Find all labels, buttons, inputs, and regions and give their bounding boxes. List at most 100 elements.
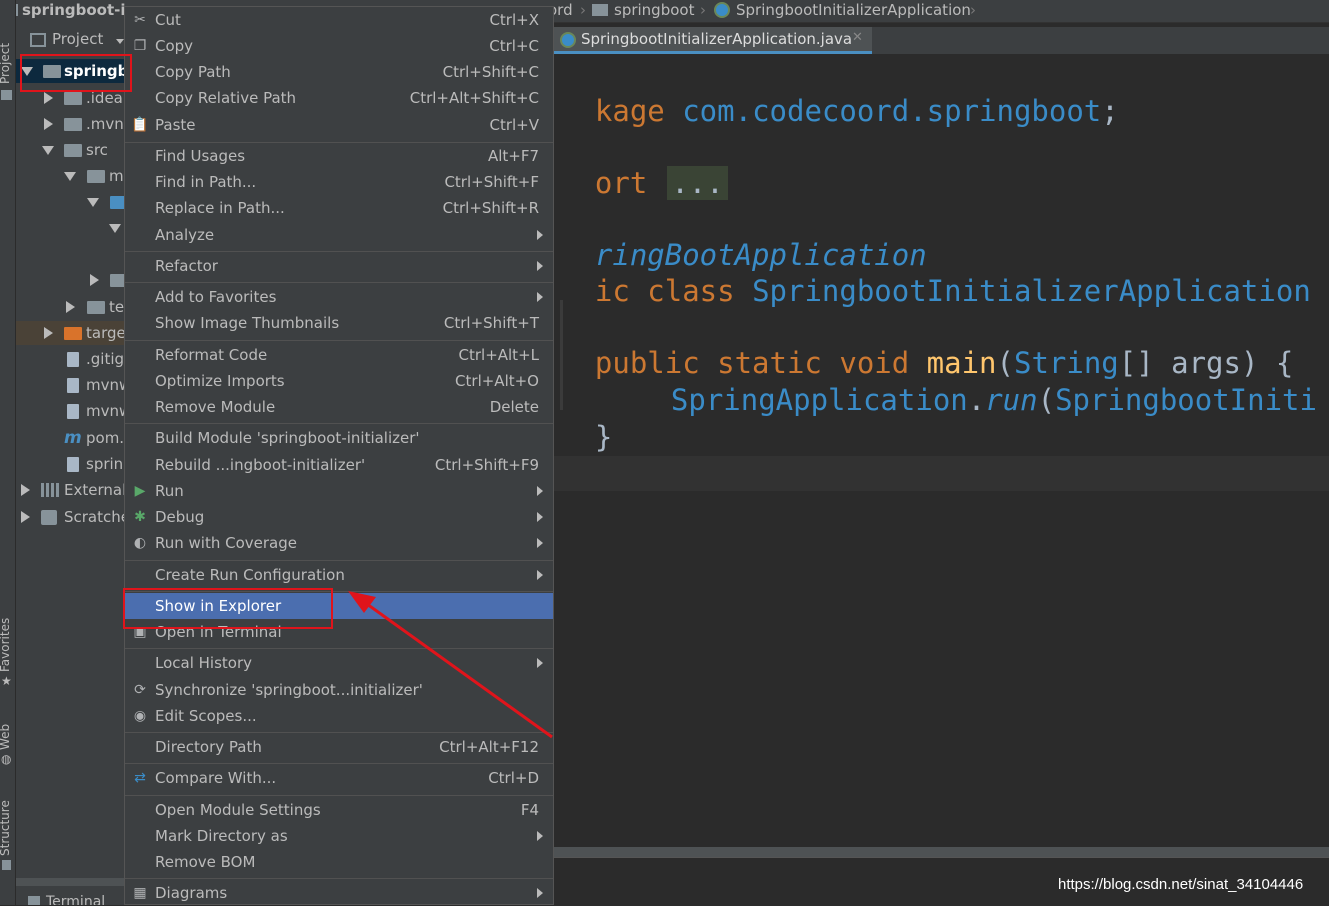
tree-item-mvnw-cmd[interactable]: mvnw xyxy=(16,399,131,423)
menu-item-reformat-code[interactable]: Reformat Code Ctrl+Alt+L xyxy=(125,342,553,368)
tree-item-mvnw[interactable]: mvnw xyxy=(16,373,131,397)
menu-separator xyxy=(125,282,553,283)
library-icon xyxy=(41,483,59,497)
menu-item-compare-with[interactable]: ⇄ Compare With... Ctrl+D xyxy=(125,765,553,791)
menu-item-label: Find Usages xyxy=(155,147,246,165)
copy-icon: ❐ xyxy=(133,38,147,54)
project-view-icon xyxy=(30,33,46,47)
paren: ( xyxy=(1037,383,1056,417)
coverage-icon: ◐ xyxy=(133,535,147,551)
tree-item-scratches[interactable]: Scratche xyxy=(16,505,130,529)
menu-item-remove-bom[interactable]: Remove BOM xyxy=(125,849,553,875)
menu-item-show-image-thumbnails[interactable]: Show Image Thumbnails Ctrl+Shift+T xyxy=(125,310,553,336)
menu-item-analyze[interactable]: Analyze xyxy=(125,222,553,248)
menu-item-run[interactable]: ▶ Run xyxy=(125,478,553,504)
menu-item-copy-relative-path[interactable]: Copy Relative Path Ctrl+Alt+Shift+C xyxy=(125,85,553,111)
breadcrumb-project[interactable]: springboot-in xyxy=(22,1,136,19)
menu-item-paste[interactable]: 📋 Paste Ctrl+V xyxy=(125,112,553,138)
editor-horizontal-scrollbar[interactable] xyxy=(554,847,1329,857)
keyword: ort xyxy=(594,166,648,200)
breadcrumb-package[interactable]: springboot xyxy=(614,1,694,19)
menu-item-run-with-coverage[interactable]: ◐ Run with Coverage xyxy=(125,530,553,556)
expanded-arrow-icon xyxy=(64,172,76,181)
menu-item-label: Directory Path xyxy=(155,738,262,756)
terminal-tool-tab[interactable]: Terminal xyxy=(28,894,124,905)
menu-item-optimize-imports[interactable]: Optimize Imports Ctrl+Alt+O xyxy=(125,368,553,394)
menu-item-label: Copy xyxy=(155,37,194,55)
method-call: run xyxy=(985,383,1038,417)
menu-item-replace-in-path[interactable]: Replace in Path... Ctrl+Shift+R xyxy=(125,195,553,221)
project-view-selector[interactable]: Project xyxy=(28,30,124,52)
menu-item-label: Show Image Thumbnails xyxy=(155,314,340,332)
menu-item-diagrams[interactable]: ▦ Diagrams xyxy=(125,880,553,906)
menu-item-find-in-path[interactable]: Find in Path... Ctrl+Shift+F xyxy=(125,169,553,195)
tree-item-src[interactable]: src xyxy=(16,138,124,162)
menu-item-find-usages[interactable]: Find Usages Alt+F7 xyxy=(125,143,553,169)
highlight-box-show-in-explorer xyxy=(123,588,333,629)
tree-label: .gitig xyxy=(86,350,125,368)
menu-item-remove-module[interactable]: Remove Module Delete xyxy=(125,394,553,420)
submenu-arrow-icon xyxy=(537,538,543,548)
menu-item-label: Add to Favorites xyxy=(155,288,277,306)
editor-tab[interactable]: SpringbootInitializerApplication.java ✕ xyxy=(554,27,872,54)
menu-item-shortcut: Alt+F7 xyxy=(487,147,539,165)
tree-item-main[interactable]: m xyxy=(16,164,124,188)
tree-label: .mvn xyxy=(86,115,124,133)
menu-item-rebuild-ingboot-initializer[interactable]: Rebuild ...ingboot-initializer' Ctrl+Shif… xyxy=(125,452,553,478)
menu-item-debug[interactable]: ✱ Debug xyxy=(125,504,553,530)
menu-item-label: Copy Path xyxy=(155,63,231,81)
submenu-arrow-icon xyxy=(537,261,543,271)
chevron-right-icon: › xyxy=(970,1,976,19)
menu-item-shortcut: Ctrl+Shift+T xyxy=(443,314,539,332)
menu-item-label: Find in Path... xyxy=(155,173,257,191)
menu-item-label: Remove BOM xyxy=(155,853,256,871)
tree-item-pom[interactable]: m pom. xyxy=(16,426,124,450)
expanded-arrow-icon xyxy=(87,198,99,207)
project-scrollbar[interactable] xyxy=(16,878,124,886)
menu-separator xyxy=(125,763,553,764)
menu-item-label: Debug xyxy=(155,508,205,526)
expanded-arrow-icon xyxy=(42,146,54,155)
structure-tool-tab[interactable]: Structure xyxy=(0,800,12,856)
menu-item-refactor[interactable]: Refactor xyxy=(125,253,553,279)
tree-item-external-libraries[interactable]: External xyxy=(16,478,126,502)
menu-item-add-to-favorites[interactable]: Add to Favorites xyxy=(125,284,553,310)
menu-item-shortcut: F4 xyxy=(520,801,539,819)
tree-item-resources[interactable] xyxy=(16,268,128,292)
folder-icon xyxy=(64,144,82,157)
menu-item-copy-path[interactable]: Copy Path Ctrl+Shift+C xyxy=(125,59,553,85)
tree-label: targe xyxy=(86,324,126,342)
tree-item-mvn[interactable]: .mvn xyxy=(16,112,124,136)
menu-item-build-module-springboot-initializer[interactable]: Build Module 'springboot-initializer' xyxy=(125,425,553,451)
submenu-arrow-icon xyxy=(537,512,543,522)
favorites-tool-tab[interactable]: Favorites xyxy=(0,618,12,672)
tree-label: m xyxy=(109,167,124,185)
menu-separator xyxy=(125,423,553,424)
project-view-label: Project xyxy=(52,30,104,48)
scissors-icon: ✂ xyxy=(134,12,146,28)
annotation-arrow xyxy=(348,591,553,739)
file-icon xyxy=(67,352,79,367)
tree-item-java[interactable] xyxy=(16,190,128,214)
dot: . xyxy=(967,383,986,417)
menu-separator xyxy=(125,878,553,879)
menu-item-copy[interactable]: ❐ Copy Ctrl+C xyxy=(125,33,553,59)
tree-item-package[interactable] xyxy=(16,216,124,240)
breadcrumb-class[interactable]: SpringbootInitializerApplication xyxy=(736,1,971,19)
menu-item-open-module-settings[interactable]: Open Module Settings F4 xyxy=(125,797,553,823)
collapsed-arrow-icon xyxy=(44,327,53,339)
tree-item-target[interactable]: targe xyxy=(16,321,126,345)
tree-item-gitignore[interactable]: .gitig xyxy=(16,347,124,371)
keyword: ic class xyxy=(594,274,735,308)
web-tool-tab[interactable]: Web xyxy=(0,724,12,750)
menu-item-cut[interactable]: ✂ Cut Ctrl+X xyxy=(125,7,553,33)
chevron-right-icon: › xyxy=(580,1,586,19)
folded-imports[interactable]: ... xyxy=(667,166,728,200)
code-line-class: ic class SpringbootInitializerApplicatio… xyxy=(560,237,1311,309)
menu-item-label: Reformat Code xyxy=(155,346,268,364)
tree-item-test[interactable]: te xyxy=(16,295,124,319)
close-icon[interactable]: ✕ xyxy=(852,30,863,45)
project-tool-tab[interactable]: Project xyxy=(0,43,12,84)
tree-item-iml[interactable]: sprin xyxy=(16,452,124,476)
menu-item-mark-directory-as[interactable]: Mark Directory as xyxy=(125,823,553,849)
